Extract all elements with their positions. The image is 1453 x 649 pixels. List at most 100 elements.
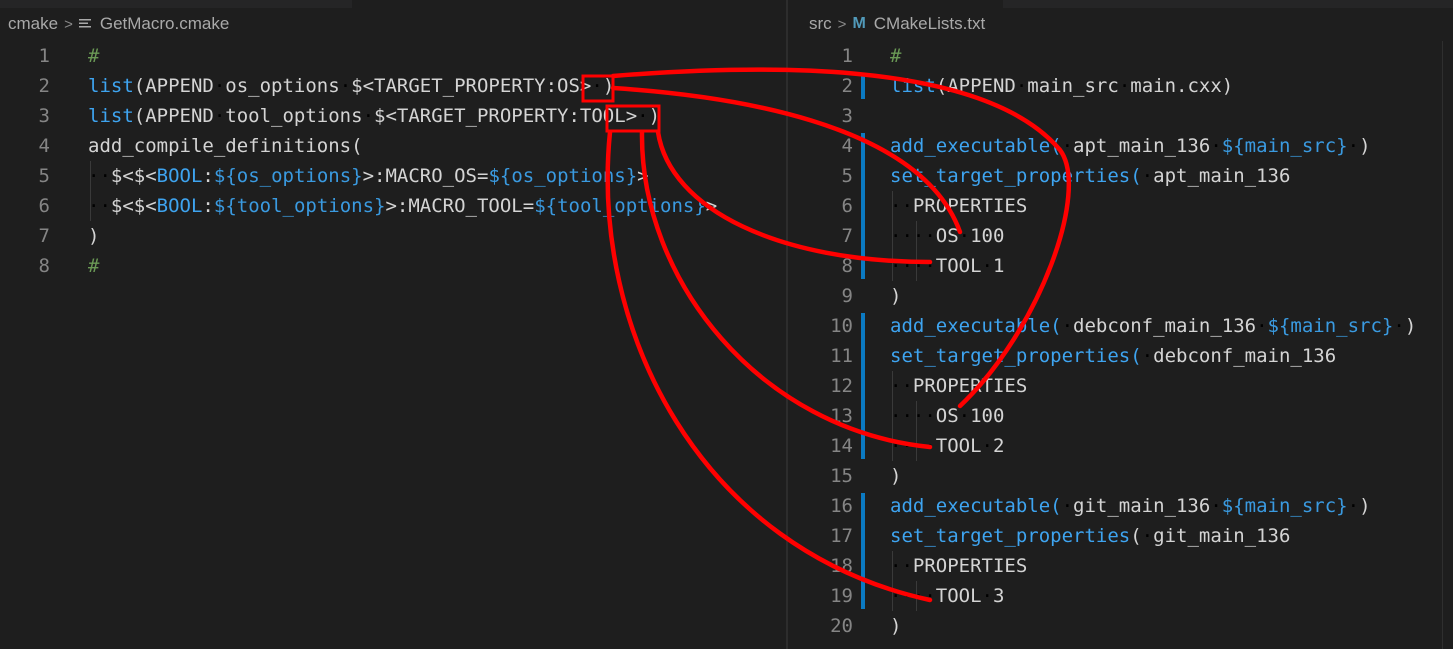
code-text[interactable]: add_executable(·apt_main_136·${main_src}… bbox=[890, 131, 1371, 161]
code-token: ) bbox=[1404, 315, 1417, 337]
whitespace-marker: · bbox=[1061, 135, 1074, 157]
git-modified-indicator[interactable] bbox=[861, 313, 865, 459]
line-number: 2 bbox=[38, 75, 50, 97]
code-line[interactable]: 15) bbox=[788, 461, 1453, 491]
code-token: add_executable( bbox=[890, 315, 1062, 337]
code-text[interactable]: set_target_properties(·debconf_main_136 bbox=[890, 341, 1336, 371]
breadcrumb-folder[interactable]: cmake bbox=[8, 14, 58, 34]
code-line[interactable]: 18 ··PROPERTIES bbox=[788, 551, 1453, 581]
code-text[interactable]: ····OS·100 bbox=[890, 401, 1004, 431]
breadcrumb-folder[interactable]: src bbox=[809, 14, 832, 34]
code-text[interactable]: ····TOOL·1 bbox=[890, 251, 1004, 281]
code-text[interactable]: ····OS·100 bbox=[890, 221, 1004, 251]
code-token: > bbox=[637, 165, 649, 187]
code-text[interactable]: ····TOOL·2 bbox=[890, 431, 1004, 461]
code-token: ${tool_options} bbox=[534, 195, 706, 217]
right-editor-pane[interactable]: src > M CMakeLists.txt 1 #2 list(APPEND·ma… bbox=[788, 0, 1453, 649]
code-text[interactable]: list(APPEND·os_options·$<TARGET_PROPERTY… bbox=[88, 71, 614, 101]
code-line[interactable]: 2 list(APPEND·main_src·main.cxx) bbox=[788, 71, 1453, 101]
code-token: PROPERTIES bbox=[912, 375, 1028, 397]
code-text[interactable]: ··PROPERTIES bbox=[890, 191, 1027, 221]
left-editor-pane[interactable]: cmake > GetMacro.cmake 1 # 2 list(APPEND·os… bbox=[0, 0, 786, 649]
code-text[interactable]: ) bbox=[88, 221, 99, 251]
whitespace-marker: · bbox=[1393, 315, 1405, 337]
code-text[interactable]: add_executable(·git_main_136·${main_src}… bbox=[890, 491, 1371, 521]
editor-scroll-edge bbox=[1442, 41, 1443, 649]
code-line[interactable]: 8 ····TOOL·1 bbox=[788, 251, 1453, 281]
line-number: 7 bbox=[38, 225, 50, 247]
code-text[interactable]: ) bbox=[890, 281, 901, 311]
breadcrumb-file[interactable]: GetMacro.cmake bbox=[100, 14, 229, 34]
code-token: # bbox=[88, 45, 100, 67]
code-text[interactable]: add_compile_definitions( bbox=[88, 131, 363, 161]
git-modified-indicator[interactable] bbox=[861, 493, 865, 609]
code-text[interactable]: set_target_properties(·apt_main_136 bbox=[890, 161, 1290, 191]
code-text[interactable]: # bbox=[88, 251, 99, 281]
code-line[interactable]: 2 list(APPEND·os_options·$<TARGET_PROPERT… bbox=[0, 71, 786, 101]
code-line[interactable]: 16 add_executable(·git_main_136·${main_sr… bbox=[788, 491, 1453, 521]
whitespace-marker: · bbox=[1347, 495, 1360, 517]
line-number: 17 bbox=[830, 525, 853, 547]
git-modified-indicator[interactable] bbox=[861, 133, 865, 279]
breadcrumb-separator: > bbox=[64, 15, 73, 33]
code-text[interactable]: ··$<$<BOOL:${os_options}>:MACRO_OS=${os_… bbox=[88, 161, 649, 191]
code-token: 2 bbox=[992, 435, 1005, 457]
code-text[interactable]: ··PROPERTIES bbox=[890, 551, 1027, 581]
code-line[interactable]: 5 ··$<$<BOOL:${os_options}>:MACRO_OS=${os… bbox=[0, 161, 786, 191]
code-text[interactable]: list(APPEND·main_src·main.cxx) bbox=[890, 71, 1233, 101]
code-line[interactable]: 9) bbox=[788, 281, 1453, 311]
code-text[interactable]: ··PROPERTIES bbox=[890, 371, 1027, 401]
code-token: (APPEND bbox=[133, 75, 214, 97]
code-token: 100 bbox=[970, 225, 1005, 247]
code-line[interactable]: 11 set_target_properties(·debconf_main_13… bbox=[788, 341, 1453, 371]
code-line[interactable]: 1 # bbox=[788, 41, 1453, 71]
code-text[interactable]: # bbox=[890, 41, 901, 71]
code-line[interactable]: 13 ····OS·100 bbox=[788, 401, 1453, 431]
code-line[interactable]: 1 # bbox=[0, 41, 786, 71]
code-token: ) bbox=[602, 75, 615, 97]
code-token: TOOL bbox=[935, 255, 982, 277]
code-text[interactable]: set_target_properties(·git_main_136 bbox=[890, 521, 1290, 551]
code-token: ${tool_options} bbox=[213, 195, 386, 217]
whitespace-marker: · bbox=[981, 255, 993, 277]
line-number: 19 bbox=[830, 585, 853, 607]
indent-guide bbox=[892, 191, 893, 281]
code-line[interactable]: 4 add_compile_definitions( bbox=[0, 131, 786, 161]
code-line[interactable]: 10 add_executable(·debconf_main_136·${mai… bbox=[788, 311, 1453, 341]
git-modified-indicator[interactable] bbox=[861, 73, 865, 99]
whitespace-marker: · bbox=[1141, 165, 1154, 187]
code-line[interactable]: 12 ··PROPERTIES bbox=[788, 371, 1453, 401]
code-line[interactable]: 7 ····OS·100 bbox=[788, 221, 1453, 251]
code-line[interactable]: 5 set_target_properties(·apt_main_136 bbox=[788, 161, 1453, 191]
whitespace-marker: · bbox=[1210, 135, 1222, 157]
code-text[interactable]: ) bbox=[890, 611, 901, 641]
code-text[interactable]: add_executable(·debconf_main_136·${main_… bbox=[890, 311, 1416, 341]
code-line[interactable]: 6 ··$<$<BOOL:${tool_options}>:MACRO_TOOL=… bbox=[0, 191, 786, 221]
code-token: (APPEND bbox=[133, 105, 214, 127]
whitespace-marker: · bbox=[1061, 495, 1074, 517]
code-line[interactable]: 19 ····TOOL·3 bbox=[788, 581, 1453, 611]
code-line[interactable]: 17 set_target_properties(·git_main_136 bbox=[788, 521, 1453, 551]
breadcrumb-file[interactable]: CMakeLists.txt bbox=[874, 14, 985, 34]
code-line[interactable]: 6 ··PROPERTIES bbox=[788, 191, 1453, 221]
line-number: 6 bbox=[38, 195, 50, 217]
code-line[interactable]: 14 ····TOOL·2 bbox=[788, 431, 1453, 461]
code-text[interactable]: ) bbox=[890, 461, 901, 491]
code-line[interactable]: 4 add_executable(·apt_main_136·${main_src… bbox=[788, 131, 1453, 161]
code-line[interactable]: 3 bbox=[788, 101, 1453, 131]
code-text[interactable]: # bbox=[88, 41, 99, 71]
code-text[interactable]: ····TOOL·3 bbox=[890, 581, 1004, 611]
line-number: 5 bbox=[841, 165, 853, 187]
code-text[interactable]: list(APPEND·tool_options·$<TARGET_PROPER… bbox=[88, 101, 660, 131]
line-number: 16 bbox=[830, 495, 853, 517]
code-token: PROPERTIES bbox=[912, 195, 1028, 217]
code-line[interactable]: 8 # bbox=[0, 251, 786, 281]
code-line[interactable]: 7) bbox=[0, 221, 786, 251]
code-text[interactable]: ··$<$<BOOL:${tool_options}>:MACRO_TOOL=$… bbox=[88, 191, 717, 221]
code-token: ${main_src} bbox=[1221, 135, 1348, 157]
code-token: TOOL bbox=[935, 585, 982, 607]
code-line[interactable]: 20) bbox=[788, 611, 1453, 641]
whitespace-marker: ·· bbox=[890, 555, 913, 577]
code-line[interactable]: 3 list(APPEND·tool_options·$<TARGET_PROPE… bbox=[0, 101, 786, 131]
whitespace-marker: · bbox=[958, 405, 971, 427]
